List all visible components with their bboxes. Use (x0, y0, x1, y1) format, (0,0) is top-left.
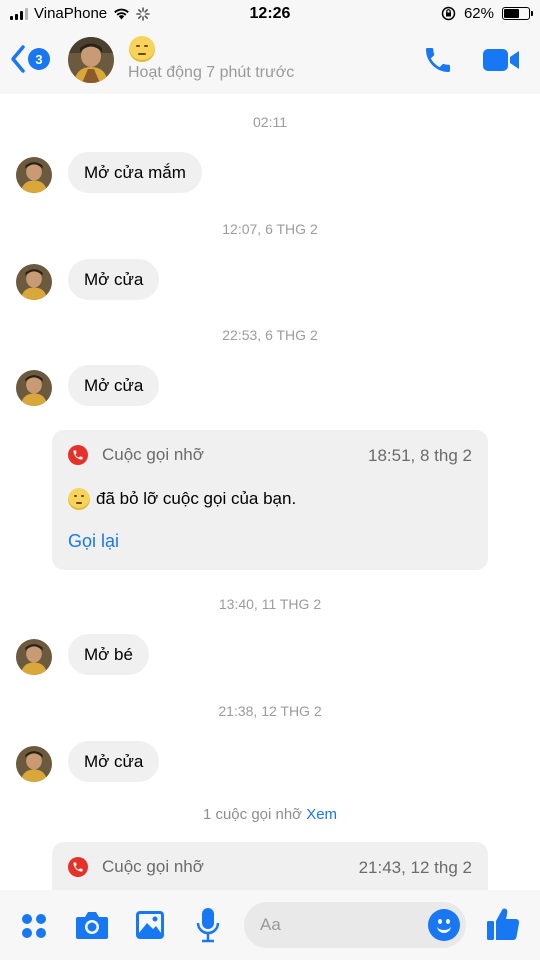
timestamp: 13:40, 11 THG 2 (218, 596, 322, 612)
contact-emoji (68, 488, 90, 510)
message-bubble[interactable]: Mở bé (68, 634, 149, 675)
apps-icon (22, 914, 46, 938)
contact-emoji (129, 36, 155, 62)
missed-call-time: 18:51, 8 thg 2 (368, 446, 472, 465)
sender-avatar[interactable] (16, 746, 52, 782)
timestamp: 21:38, 12 THG 2 (218, 703, 322, 719)
like-button[interactable] (485, 906, 521, 947)
missed-call-title: Cuộc gọi nhỡ (102, 445, 204, 464)
orientation-lock-icon (441, 6, 456, 21)
battery-icon (502, 7, 533, 20)
camera-button[interactable] (75, 910, 109, 945)
missed-call-description: đã bỏ lỡ cuộc gọi của bạn. (68, 488, 296, 510)
video-camera-icon (483, 49, 519, 71)
phone-icon (426, 48, 450, 72)
back-icon (11, 45, 25, 73)
message-bubble[interactable]: Mở cửa (68, 259, 160, 300)
message-input-box[interactable] (244, 902, 466, 948)
missed-call-time: 21:43, 12 thg 2 (358, 858, 472, 877)
message-composer (0, 890, 540, 960)
sender-avatar[interactable] (16, 157, 52, 193)
missed-call-title: Cuộc gọi nhỡ (102, 857, 204, 876)
missed-call-summary: 1 cuộc gọi nhỡ Xem (0, 806, 540, 823)
message-input[interactable] (260, 902, 420, 948)
status-bar: VinaPhone 12:26 62% (0, 0, 540, 30)
missed-call-icon (68, 445, 88, 465)
unread-count-badge: 3 (28, 48, 50, 70)
missed-call-card: Cuộc gọi nhỡ 18:51, 8 thg 2 đã bỏ lỡ cuộ… (52, 430, 488, 570)
call-back-link[interactable]: Gọi lại (68, 531, 119, 552)
missed-call-header: Cuộc gọi nhỡ (68, 857, 204, 877)
emoji-icon[interactable] (428, 909, 460, 941)
timestamp: 12:07, 6 THG 2 (222, 221, 318, 237)
thumbs-up-icon (487, 908, 520, 940)
chat-header: 3 Hoạt động 7 phút trước (0, 30, 540, 94)
gallery-button[interactable] (135, 910, 165, 945)
sender-avatar[interactable] (16, 639, 52, 675)
video-call-button[interactable] (482, 46, 520, 79)
message-bubble[interactable]: Mở cửa (68, 741, 160, 782)
missed-call-header: Cuộc gọi nhỡ (68, 445, 204, 465)
gallery-icon (136, 911, 164, 939)
view-link[interactable]: Xem (306, 806, 337, 823)
contact-avatar[interactable] (68, 37, 114, 83)
timestamp: 22:53, 6 THG 2 (222, 327, 318, 343)
missed-call-summary-text: 1 cuộc gọi nhỡ (202, 806, 303, 823)
voice-call-button[interactable] (422, 44, 454, 81)
missed-call-icon (68, 857, 88, 877)
missed-call-text: đã bỏ lỡ cuộc gọi của bạn. (96, 489, 297, 508)
sender-avatar[interactable] (16, 264, 52, 300)
back-button[interactable]: 3 (10, 44, 50, 74)
status-right: 62% (441, 5, 533, 22)
message-bubble[interactable]: Mở cửa (68, 365, 160, 406)
microphone-icon (196, 908, 220, 943)
message-bubble[interactable]: Mở cửa mắm (68, 152, 202, 193)
voice-message-button[interactable] (196, 907, 220, 948)
camera-icon (76, 912, 108, 939)
timestamp: 02:11 (253, 114, 287, 130)
battery-percent: 62% (463, 5, 494, 22)
active-status: Hoạt động 7 phút trước (128, 64, 295, 81)
sender-avatar[interactable] (16, 370, 52, 406)
more-apps-button[interactable] (20, 912, 48, 945)
